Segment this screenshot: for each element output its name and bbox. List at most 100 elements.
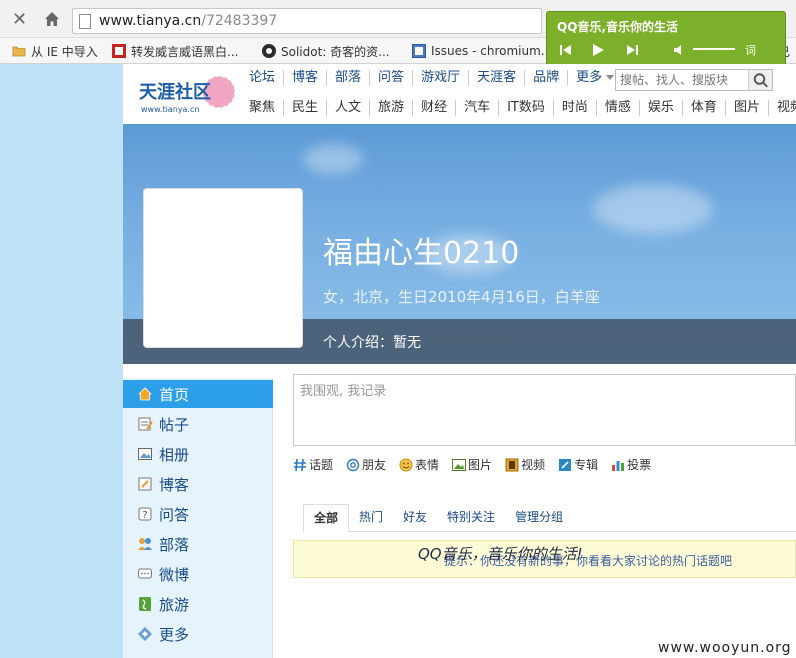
issues-logo-icon bbox=[412, 44, 426, 58]
channel-finance[interactable]: 财经 bbox=[412, 100, 455, 116]
menu-item-qa[interactable]: ? 问答 bbox=[123, 500, 273, 528]
hashtag-icon bbox=[294, 458, 306, 471]
search-input[interactable] bbox=[616, 70, 748, 90]
tab-hot[interactable]: 热门 bbox=[349, 504, 393, 532]
group-icon bbox=[138, 538, 152, 550]
channel-travel[interactable]: 旅游 bbox=[369, 100, 412, 116]
channel-fashion[interactable]: 时尚 bbox=[552, 100, 596, 116]
profile-menu: 首页 帖子 相册 博客 ? 问答 部落 微博 旅游 更多 bbox=[123, 378, 273, 658]
tool-label: 视频 bbox=[521, 458, 546, 472]
tool-topic[interactable]: 话题 bbox=[293, 456, 333, 473]
menu-item-more[interactable]: 更多 bbox=[123, 620, 273, 648]
menu-item-travel[interactable]: 旅游 bbox=[123, 590, 273, 618]
bookmark-label: 转发威言威语黑白... bbox=[131, 44, 239, 59]
channel-livelihood[interactable]: 民生 bbox=[283, 100, 326, 116]
bookmark-label: Solidot: 奇客的资... bbox=[281, 44, 390, 59]
travel-icon bbox=[139, 597, 151, 611]
tool-image[interactable]: 图片 bbox=[452, 456, 492, 473]
channel-pictures[interactable]: 图片 bbox=[724, 100, 768, 116]
post-composer[interactable]: 我围观, 我记录 bbox=[293, 374, 796, 446]
nav-item-qa[interactable]: 问答 bbox=[369, 70, 412, 86]
volume-slider[interactable] bbox=[693, 48, 735, 50]
channel-it[interactable]: IT数码 bbox=[498, 100, 553, 116]
music-album-icon bbox=[559, 458, 572, 471]
screenshot-root: ✕ www.tianya.cn/72483397 从 IE 中导入 转发威言威语… bbox=[0, 0, 796, 658]
bookmark-import-ie[interactable]: 从 IE 中导入 bbox=[12, 42, 98, 60]
play-icon[interactable] bbox=[590, 42, 606, 58]
channel-emotion[interactable]: 情感 bbox=[595, 100, 639, 116]
channel-humanities[interactable]: 人文 bbox=[326, 100, 369, 116]
bookmark-label: 从 IE 中导入 bbox=[31, 44, 98, 59]
channel-sports[interactable]: 体育 bbox=[681, 100, 725, 116]
menu-item-blog[interactable]: 博客 bbox=[123, 470, 273, 498]
bookmark-chromium-issues[interactable]: Issues - chromium... bbox=[412, 42, 552, 60]
svg-text:?: ? bbox=[142, 510, 147, 521]
folder-icon bbox=[12, 46, 26, 57]
image-icon bbox=[452, 458, 467, 471]
blog-icon bbox=[138, 477, 152, 491]
nav-item-tribe[interactable]: 部落 bbox=[326, 70, 369, 86]
film-icon bbox=[505, 458, 519, 471]
album-icon bbox=[138, 448, 152, 460]
channel-focus[interactable]: 聚焦 bbox=[249, 100, 283, 116]
logo-text-cn: 天涯社区 bbox=[139, 81, 211, 103]
volume-icon[interactable] bbox=[673, 42, 687, 58]
menu-item-tribe[interactable]: 部落 bbox=[123, 530, 273, 558]
menu-item-posts[interactable]: 帖子 bbox=[123, 410, 273, 438]
primary-nav: 论坛 博客 部落 问答 游戏厅 天涯客 品牌 更多 bbox=[249, 70, 622, 86]
channel-entertainment[interactable]: 娱乐 bbox=[638, 100, 682, 116]
tianya-logo[interactable]: 天涯社区 www.tianya.cn bbox=[137, 72, 237, 116]
bookmark-solidot[interactable]: Solidot: 奇客的资... bbox=[262, 42, 390, 60]
avatar[interactable] bbox=[143, 188, 303, 348]
tool-emoji[interactable]: 表情 bbox=[399, 456, 439, 473]
profile-banner: 福由心生0210 女，北京，生日2010年4月16日，白羊座 个人介绍：暂无 bbox=[123, 124, 796, 364]
menu-item-label: 相册 bbox=[159, 445, 190, 464]
home-button-icon[interactable] bbox=[42, 9, 62, 29]
search-icon[interactable] bbox=[748, 70, 772, 90]
nav-more-label: 更多 bbox=[576, 70, 603, 85]
nav-item-tianyake[interactable]: 天涯客 bbox=[468, 70, 524, 86]
next-track-icon[interactable] bbox=[625, 42, 639, 58]
site-search bbox=[615, 69, 773, 91]
lyrics-toggle[interactable]: 词 bbox=[745, 42, 756, 58]
bookmark-label: Issues - chromium... bbox=[431, 44, 553, 58]
tab-friends[interactable]: 好友 bbox=[393, 504, 437, 532]
qq-music-popup[interactable]: QQ音乐,音乐你的生活 词 bbox=[546, 11, 786, 69]
tab-manage-groups[interactable]: 管理分组 bbox=[505, 504, 573, 532]
menu-item-label: 博客 bbox=[159, 475, 190, 494]
injected-overlay-text: QQ音乐，音乐你的生活! bbox=[418, 545, 583, 563]
tab-all[interactable]: 全部 bbox=[303, 504, 350, 532]
tool-label: 专辑 bbox=[574, 458, 599, 472]
tool-friend[interactable]: 朋友 bbox=[346, 456, 386, 473]
menu-item-label: 更多 bbox=[159, 625, 190, 644]
menu-item-label: 首页 bbox=[159, 385, 190, 404]
menu-item-label: 部落 bbox=[159, 535, 190, 554]
nav-item-brand[interactable]: 品牌 bbox=[524, 70, 567, 86]
site-header: 天涯社区 www.tianya.cn 论坛 博客 部落 问答 游戏厅 天涯客 品… bbox=[123, 64, 796, 124]
nav-item-blog[interactable]: 博客 bbox=[283, 70, 326, 86]
channel-auto[interactable]: 汽车 bbox=[455, 100, 498, 116]
menu-item-weibo[interactable]: 微博 bbox=[123, 560, 273, 588]
tab-special-follow[interactable]: 特别关注 bbox=[437, 504, 505, 532]
nav-item-more[interactable]: 更多 bbox=[567, 70, 622, 86]
tool-label: 表情 bbox=[415, 458, 440, 472]
url-text[interactable]: www.tianya.cn/72483397 bbox=[99, 13, 277, 29]
bookmark-weiyan[interactable]: 转发威言威语黑白... bbox=[112, 42, 238, 60]
feed-tabs: 全部 热门 好友 特别关注 管理分组 bbox=[303, 504, 796, 532]
watermark: www.wooyun.org bbox=[658, 640, 792, 656]
stop-icon[interactable]: ✕ bbox=[12, 10, 32, 30]
tool-label: 话题 bbox=[309, 458, 334, 472]
menu-item-album[interactable]: 相册 bbox=[123, 440, 273, 468]
feed-empty-notice: 提示：你还没有新的事，你看看大家讨论的热门话题吧 QQ音乐，音乐你的生活! bbox=[293, 540, 796, 578]
tool-vote[interactable]: 投票 bbox=[611, 456, 651, 473]
tool-album[interactable]: 专辑 bbox=[558, 456, 598, 473]
nav-item-games[interactable]: 游戏厅 bbox=[412, 70, 468, 86]
tool-video[interactable]: 视频 bbox=[505, 456, 545, 473]
channel-video[interactable]: 视频 bbox=[767, 100, 796, 116]
secondary-nav: 聚焦 民生 人文 旅游 财经 汽车 IT数码 时尚 情感 娱乐 体育 图片 视频 bbox=[249, 100, 796, 116]
nav-item-forum[interactable]: 论坛 bbox=[249, 70, 283, 86]
address-bar[interactable]: www.tianya.cn/72483397 bbox=[72, 8, 542, 34]
menu-item-home[interactable]: 首页 bbox=[123, 380, 273, 408]
composer-placeholder: 我围观, 我记录 bbox=[300, 384, 387, 399]
previous-track-icon[interactable] bbox=[559, 42, 573, 58]
